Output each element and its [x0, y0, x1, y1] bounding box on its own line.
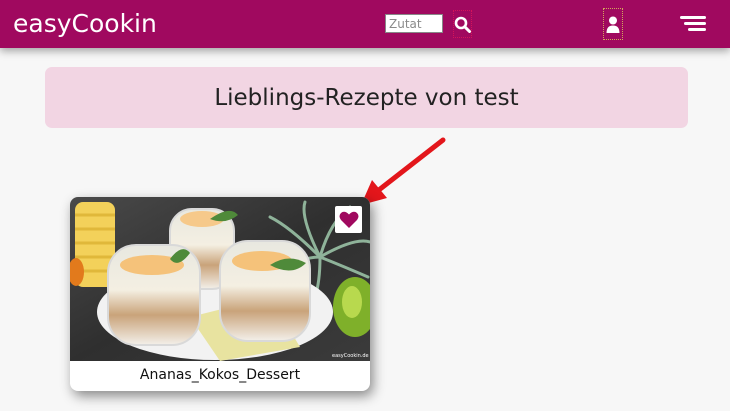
- brand-logo[interactable]: easyCookin: [13, 9, 157, 39]
- user-account-button[interactable]: [603, 8, 623, 40]
- page-title-banner: Lieblings-Rezepte von test: [45, 67, 688, 128]
- recipe-image[interactable]: easyCookin.de: [70, 197, 370, 361]
- search-input[interactable]: [385, 14, 443, 33]
- user-icon: [606, 16, 620, 33]
- heart-icon: [339, 211, 358, 228]
- recipe-name[interactable]: Ananas_Kokos_Dessert: [70, 361, 370, 391]
- top-navigation-bar: easyCookin: [0, 0, 730, 48]
- search-icon: [454, 16, 471, 33]
- page-title: Lieblings-Rezepte von test: [214, 84, 519, 111]
- hamburger-menu-button[interactable]: [680, 14, 706, 34]
- recipe-card[interactable]: easyCookin.de Ananas_Kokos_Dessert: [70, 197, 370, 391]
- hamburger-menu-icon: [680, 16, 706, 19]
- favorite-toggle-button[interactable]: [335, 206, 362, 233]
- image-watermark: easyCookin.de: [332, 353, 369, 359]
- search-button[interactable]: [453, 10, 472, 38]
- annotation-arrow: [361, 137, 446, 205]
